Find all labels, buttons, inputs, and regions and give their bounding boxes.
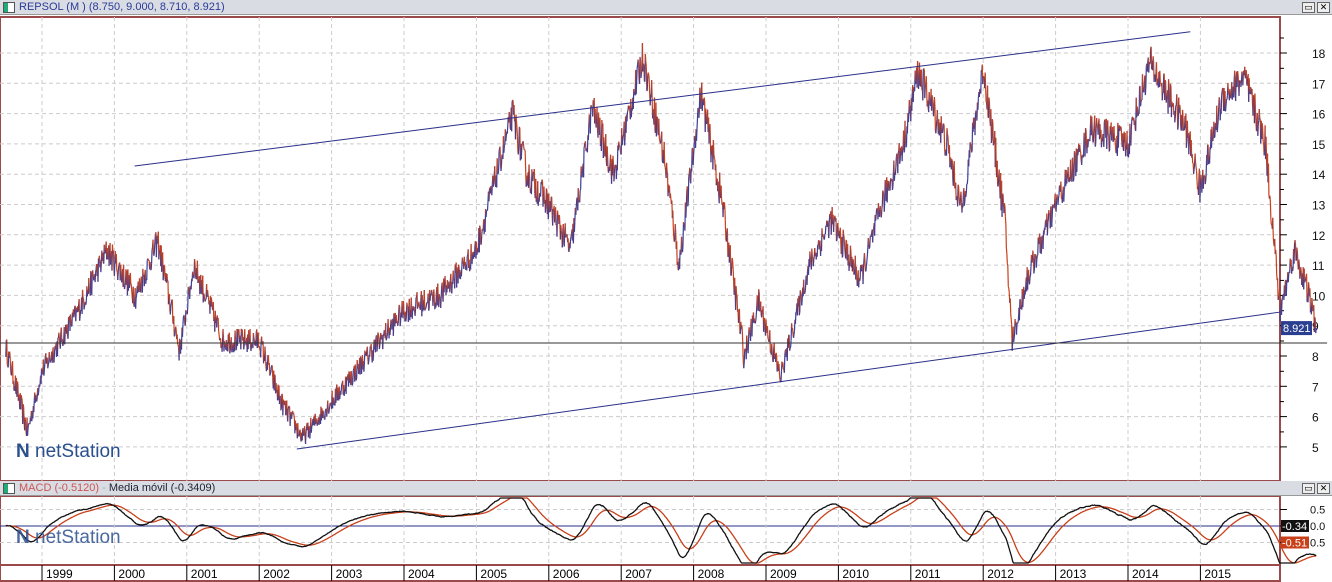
x-tick-label: 2013 <box>1060 567 1087 581</box>
panel-icon <box>3 2 15 13</box>
macd-chart[interactable]: 0.5 0.0 0.5-0.34 -0.51 <box>0 496 1332 566</box>
ma-last-label: -0.34 <box>1282 521 1307 533</box>
y-tick-label: 0.5 <box>1310 538 1325 550</box>
x-tick-label: 2002 <box>263 567 290 581</box>
y-tick-label: 13 <box>1312 199 1326 213</box>
y-tick-label: 11 <box>1312 259 1325 273</box>
x-tick-label: 2014 <box>1132 567 1159 581</box>
last-price-label: 8.921 <box>1283 323 1311 335</box>
x-tick-label: 2004 <box>408 567 435 581</box>
separator: - <box>99 482 109 494</box>
y-tick-label: 18 <box>1312 47 1326 61</box>
macd-panel-header: MACD (-0.5120) - Media móvil (-0.3409) ▭… <box>0 481 1332 496</box>
macd-signal-line <box>5 497 1317 564</box>
y-tick-label: 6 <box>1312 411 1319 425</box>
x-tick-label: 2007 <box>625 567 652 581</box>
y-tick-label: 12 <box>1312 229 1326 243</box>
y-tick-label: 15 <box>1312 138 1326 152</box>
price-panel-header: REPSOL (M ) (8.750, 9.000, 8.710, 8.921)… <box>0 0 1332 15</box>
x-tick-label: 2000 <box>118 567 145 581</box>
y-tick-label: 5 <box>1312 441 1319 455</box>
x-tick-label: 2005 <box>480 567 507 581</box>
date-axis: 1999 2000 2001 2002 2003 2004 2005 2006 2007 2008… <box>0 565 1281 582</box>
macd-last-label: -0.51 <box>1282 538 1307 550</box>
price-title: REPSOL (M ) (8.750, 9.000, 8.710, 8.921) <box>19 1 225 13</box>
x-tick-label: 1999 <box>46 567 73 581</box>
x-tick-label: 2001 <box>191 567 218 581</box>
panel-icon <box>3 483 15 494</box>
close-button[interactable]: ✕ <box>1317 2 1330 13</box>
y-tick-label: 10 <box>1312 289 1326 303</box>
x-tick-label: 2006 <box>553 567 580 581</box>
logo-netstation: N netStation <box>16 441 121 462</box>
price-chart[interactable]: 567891011121314151617188.921 <box>0 15 1332 481</box>
ma-label: Media móvil (-0.3409) <box>108 482 216 494</box>
y-tick-label: 0.0 <box>1310 521 1325 533</box>
y-tick-label: 8 <box>1312 350 1319 364</box>
macd-label: MACD (-0.5120) <box>19 482 100 494</box>
x-tick-label: 2015 <box>1204 567 1231 581</box>
y-tick-label: 17 <box>1312 77 1326 91</box>
macd-line <box>5 497 1317 564</box>
x-tick-label: 2008 <box>698 567 725 581</box>
maximize-button[interactable]: ▭ <box>1302 2 1315 13</box>
trend-line <box>296 311 1281 450</box>
y-tick-label: 7 <box>1312 380 1319 394</box>
x-tick-label: 2012 <box>987 567 1014 581</box>
y-tick-label: 0.5 <box>1310 505 1325 517</box>
maximize-button[interactable]: ▭ <box>1302 483 1315 494</box>
x-tick-label: 2003 <box>336 567 363 581</box>
x-tick-label: 2009 <box>770 567 797 581</box>
logo-netstation: N netStation <box>16 527 121 548</box>
y-tick-label: 16 <box>1312 108 1326 122</box>
close-button[interactable]: ✕ <box>1317 483 1330 494</box>
y-tick-label: 14 <box>1312 168 1326 182</box>
x-tick-label: 2010 <box>842 567 869 581</box>
x-tick-label: 2011 <box>915 567 941 581</box>
plot-frame <box>0 16 1281 481</box>
